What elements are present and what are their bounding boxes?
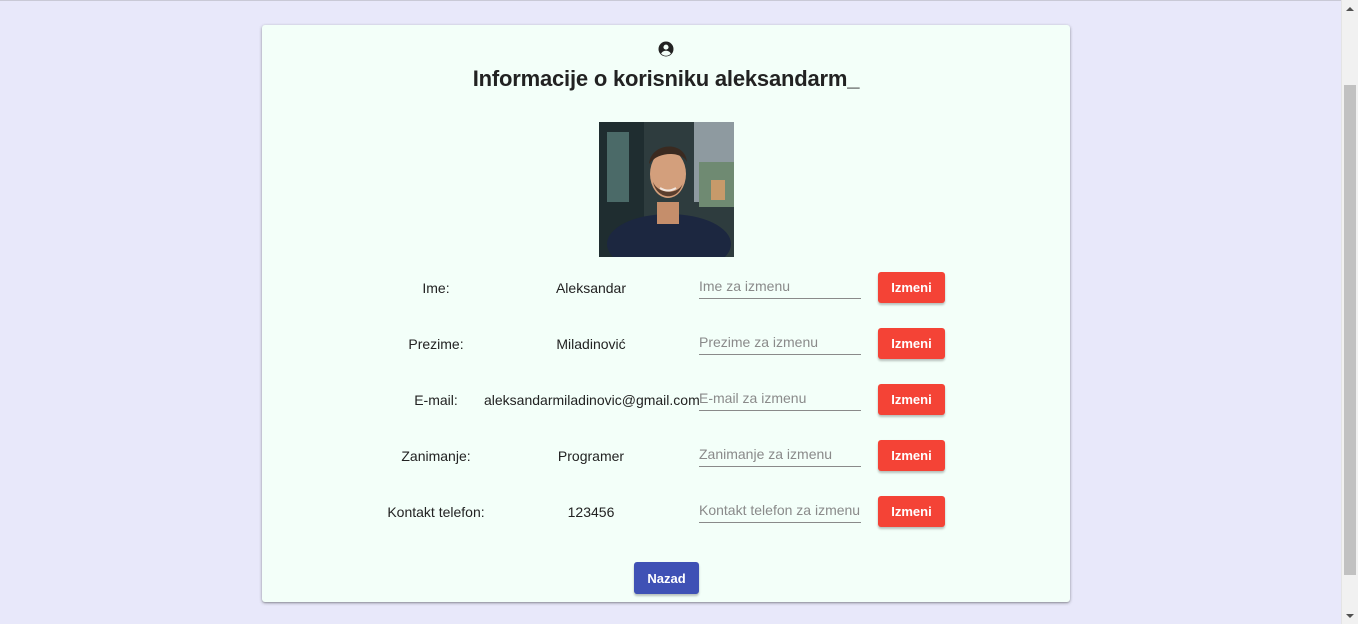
field-row-prezime: Prezime: Miladinović Izmeni (262, 328, 1070, 360)
scroll-down-arrow-icon[interactable] (1342, 607, 1358, 624)
izmeni-email-button[interactable]: Izmeni (878, 384, 945, 415)
scrollbar-thumb[interactable] (1344, 85, 1356, 575)
field-row-email: E-mail: aleksandarmiladinovic@gmail.com … (262, 384, 1070, 416)
user-info-card: Informacije o korisniku aleksandarm_ Ime… (262, 25, 1070, 602)
field-row-zanimanje: Zanimanje: Programer Izmeni (262, 440, 1070, 472)
kontakt-telefon-input[interactable] (699, 498, 861, 523)
izmeni-prezime-button[interactable]: Izmeni (878, 328, 945, 359)
vertical-scrollbar[interactable] (1341, 0, 1358, 624)
zanimanje-input[interactable] (699, 442, 861, 467)
prezime-input[interactable] (699, 330, 861, 355)
avatar (599, 122, 734, 257)
page-title: Informacije o korisniku aleksandarm_ (472, 66, 860, 91)
ime-input[interactable] (699, 274, 861, 299)
field-value: Miladinović (556, 336, 626, 352)
field-value: Programer (557, 448, 625, 464)
back-button[interactable]: Nazad (634, 562, 699, 594)
top-border (0, 0, 1341, 1)
account-circle-icon (658, 41, 674, 57)
field-value: aleksandarmiladinovic@gmail.com (484, 392, 700, 408)
email-input[interactable] (699, 386, 861, 411)
field-value: 123456 (567, 504, 615, 520)
izmeni-kontakt-telefon-button[interactable]: Izmeni (878, 496, 945, 527)
field-value: Aleksandar (555, 280, 627, 296)
scroll-up-arrow-icon[interactable] (1342, 0, 1358, 17)
izmeni-ime-button[interactable]: Izmeni (878, 272, 945, 303)
izmeni-zanimanje-button[interactable]: Izmeni (878, 440, 945, 471)
field-row-kontakt-telefon: Kontakt telefon: 123456 Izmeni (262, 496, 1070, 528)
field-row-ime: Ime: Aleksandar Izmeni (262, 272, 1070, 304)
